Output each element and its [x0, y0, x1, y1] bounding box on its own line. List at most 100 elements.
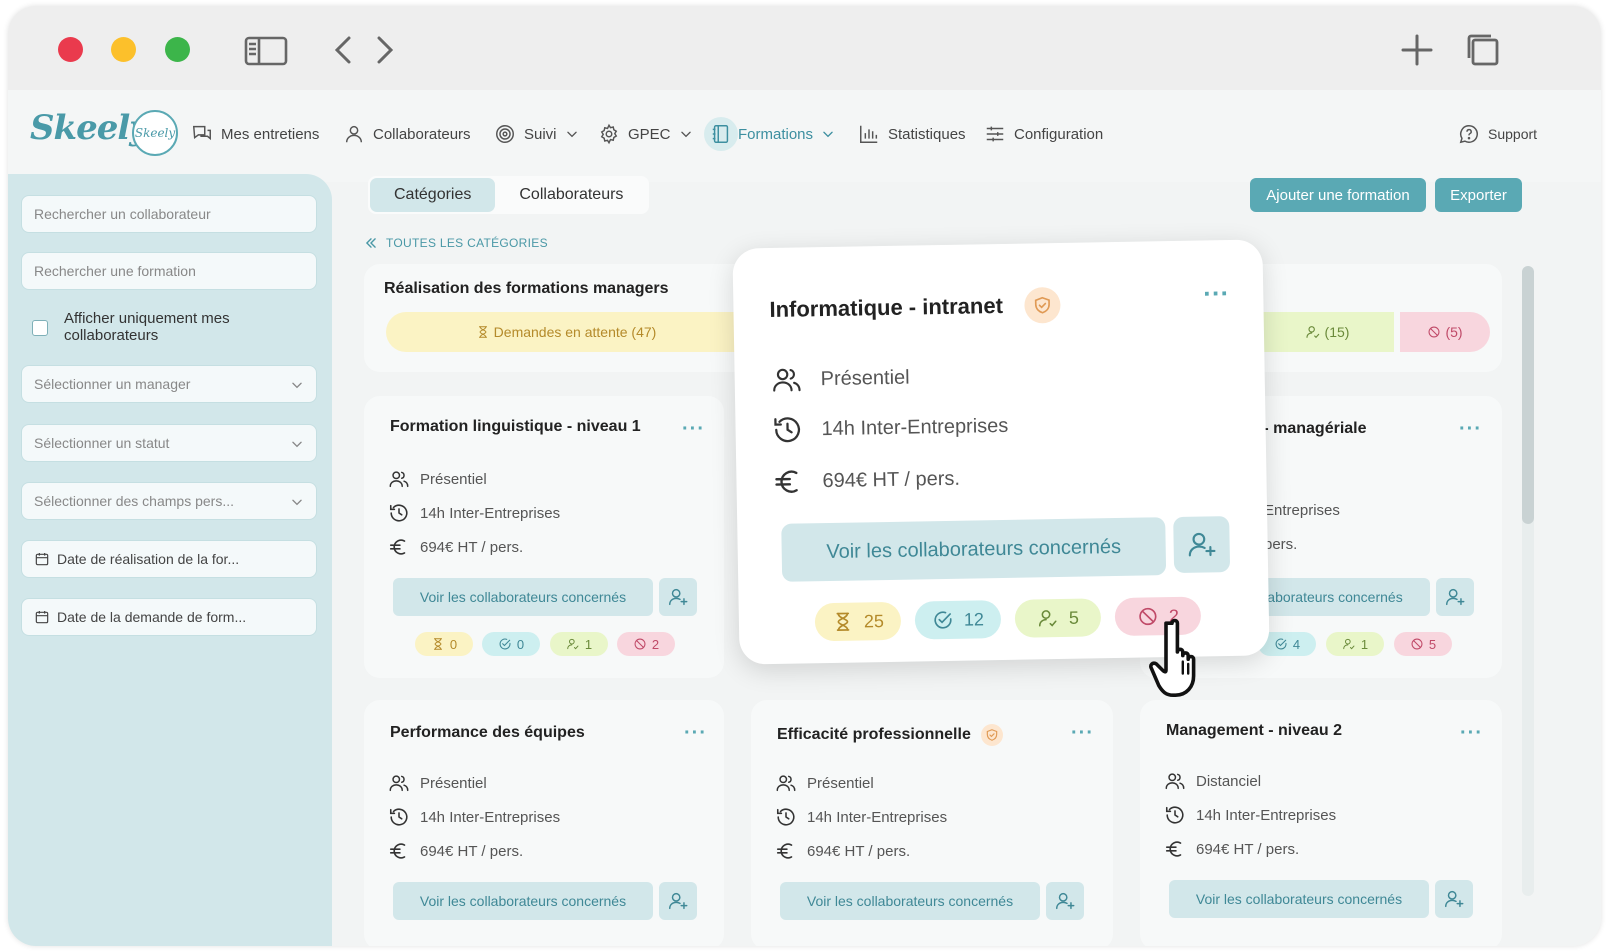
refused-count-pill[interactable]: 2	[617, 632, 675, 656]
shield-icon	[980, 724, 1003, 746]
more-options-icon[interactable]: ···	[684, 722, 707, 745]
filters-sidebar: Rechercher un collaborateur Rechercher u…	[8, 174, 332, 946]
euro-icon	[1164, 838, 1186, 860]
popup-title: Informatique - intranet	[769, 286, 1062, 328]
done-count-pill[interactable]: 12	[914, 600, 1002, 640]
more-options-icon[interactable]: ···	[1071, 722, 1094, 745]
statut-select[interactable]: Sélectionner un statut	[21, 424, 317, 462]
forward-arrow-icon[interactable]	[364, 30, 404, 70]
formation-card: Performance des équipes ··· Présentiel 1…	[364, 700, 724, 946]
only-my-collaborators-checkbox[interactable]	[32, 320, 48, 336]
nav-label: Suivi	[524, 125, 557, 143]
nav-support[interactable]: Support	[1458, 120, 1537, 148]
breadcrumb[interactable]: TOUTES LES CATÉGORIES	[364, 236, 548, 250]
more-options-icon[interactable]: ···	[1203, 278, 1230, 309]
nav-collaborateurs[interactable]: Collaborateurs	[343, 120, 471, 148]
nav-formations[interactable]: Formations	[704, 117, 835, 151]
history-icon	[771, 413, 804, 446]
breadcrumb-label: TOUTES LES CATÉGORIES	[386, 236, 548, 250]
popup-price: 694€ HT / pers.	[772, 463, 960, 498]
assigned-bar[interactable]: (15)	[1260, 312, 1394, 352]
nav-mes-entretiens[interactable]: Mes entretiens	[191, 120, 319, 148]
voir-collaborateurs-button[interactable]: Voir les collaborateurs concernés	[780, 882, 1040, 920]
nav-statistiques[interactable]: Statistiques	[858, 120, 966, 148]
assigned-count-pill[interactable]: 5	[1014, 598, 1102, 638]
count-text: 12	[963, 608, 985, 630]
add-collaborateur-button[interactable]	[1046, 882, 1084, 920]
formation-card: Efficacité professionnelle ··· Présentie…	[751, 700, 1113, 946]
add-formation-button[interactable]: Ajouter une formation	[1250, 178, 1426, 212]
tabs-overview-icon[interactable]	[1463, 30, 1503, 70]
check-circle-icon	[498, 637, 512, 651]
users-icon	[775, 772, 797, 794]
nav-gpec[interactable]: GPEC	[598, 120, 693, 148]
nav-label: Support	[1488, 126, 1538, 142]
sidebar-toggle-icon[interactable]	[244, 30, 288, 70]
formation-price: pers.	[1264, 536, 1297, 553]
assigned-count-pill[interactable]: 1	[550, 632, 608, 656]
add-collaborateur-button[interactable]	[659, 578, 697, 616]
pending-count-pill[interactable]: 25	[814, 601, 902, 642]
view-tabs: Catégories Collaborateurs	[368, 176, 650, 214]
tab-collaborateurs[interactable]: Collaborateurs	[495, 178, 647, 212]
maximize-window-button[interactable]	[165, 37, 190, 62]
export-button[interactable]: Exporter	[1435, 178, 1522, 212]
search-formation-input[interactable]: Rechercher une formation	[21, 252, 317, 290]
history-icon	[1164, 804, 1186, 826]
user-check-icon	[566, 637, 580, 651]
manager-select[interactable]: Sélectionner un manager	[21, 365, 317, 403]
voir-collaborateurs-button[interactable]: Voir les collaborateurs concernés	[781, 517, 1167, 582]
help-bubble-icon	[1459, 125, 1478, 144]
ban-icon	[1427, 325, 1441, 339]
add-collaborateur-button[interactable]	[1173, 516, 1231, 573]
formation-title: Efficacité professionnelle	[777, 724, 1003, 746]
notebook-icon	[712, 125, 729, 143]
refused-count-pill[interactable]: 5	[1394, 632, 1452, 656]
refused-count: (5)	[1445, 324, 1463, 340]
voir-collaborateurs-button[interactable]: Voir les collaborateurs concernés	[1169, 880, 1429, 918]
nav-configuration[interactable]: Configuration	[984, 120, 1103, 148]
duration-text: 14h Inter-Entreprises	[420, 504, 561, 522]
formation-title-text: Formation linguistique - niveau 1	[390, 418, 641, 435]
nav-label: Mes entretiens	[221, 125, 320, 143]
more-options-icon[interactable]: ···	[682, 418, 705, 441]
done-count-pill[interactable]: 0	[482, 632, 540, 656]
formation-duration: 14h Inter-Entreprises	[388, 502, 560, 524]
close-window-button[interactable]	[58, 37, 83, 62]
add-collaborateur-button[interactable]	[1435, 880, 1473, 918]
minimize-window-button[interactable]	[111, 37, 136, 62]
champs-select[interactable]: Sélectionner des champs pers...	[21, 482, 317, 520]
users-icon	[388, 772, 410, 794]
add-user-icon	[667, 586, 689, 608]
hourglass-icon	[832, 611, 854, 633]
add-collaborateur-button[interactable]	[1436, 578, 1474, 616]
scrollbar-thumb[interactable]	[1522, 266, 1534, 524]
count-text: 2	[651, 636, 660, 652]
refused-bar[interactable]: (5)	[1400, 312, 1490, 352]
voir-collaborateurs-button[interactable]: Voir les collaborateurs concernés	[393, 882, 653, 920]
add-collaborateur-button[interactable]	[659, 882, 697, 920]
date-demande-picker[interactable]: Date de la demande de form...	[21, 598, 317, 636]
tab-categories[interactable]: Catégories	[370, 178, 496, 212]
count-text: 0	[516, 636, 525, 652]
price-text: 694€ HT / pers.	[807, 842, 911, 860]
category-title: Réalisation des formations managers	[384, 280, 669, 297]
nav-label: Statistiques	[888, 125, 966, 143]
pending-count-pill[interactable]: 0	[415, 632, 473, 656]
search-collaborateur-input[interactable]: Rechercher un collaborateur	[21, 195, 317, 233]
nav-suivi[interactable]: Suivi	[494, 120, 579, 148]
date-realisation-picker[interactable]: Date de réalisation de la for...	[21, 540, 317, 578]
back-arrow-icon[interactable]	[324, 30, 364, 70]
more-options-icon[interactable]: ···	[1459, 418, 1482, 441]
assigned-count-pill[interactable]: 1	[1326, 632, 1384, 656]
ban-icon	[1410, 637, 1424, 651]
new-tab-plus-icon[interactable]	[1397, 30, 1437, 70]
app-window: Skeely Skeely Mes entretiens Collaborate…	[8, 6, 1601, 946]
add-user-icon	[1443, 888, 1465, 910]
highlighted-formation-card: Informatique - intranet ··· Présentiel 1…	[732, 239, 1270, 665]
hourglass-icon	[476, 324, 490, 340]
pending-requests-bar[interactable]: Demandes en attente (47)	[386, 312, 746, 352]
chevron-down-icon	[290, 495, 304, 509]
voir-collaborateurs-button[interactable]: Voir les collaborateurs concernés	[393, 578, 653, 616]
more-options-icon[interactable]: ···	[1460, 722, 1483, 745]
